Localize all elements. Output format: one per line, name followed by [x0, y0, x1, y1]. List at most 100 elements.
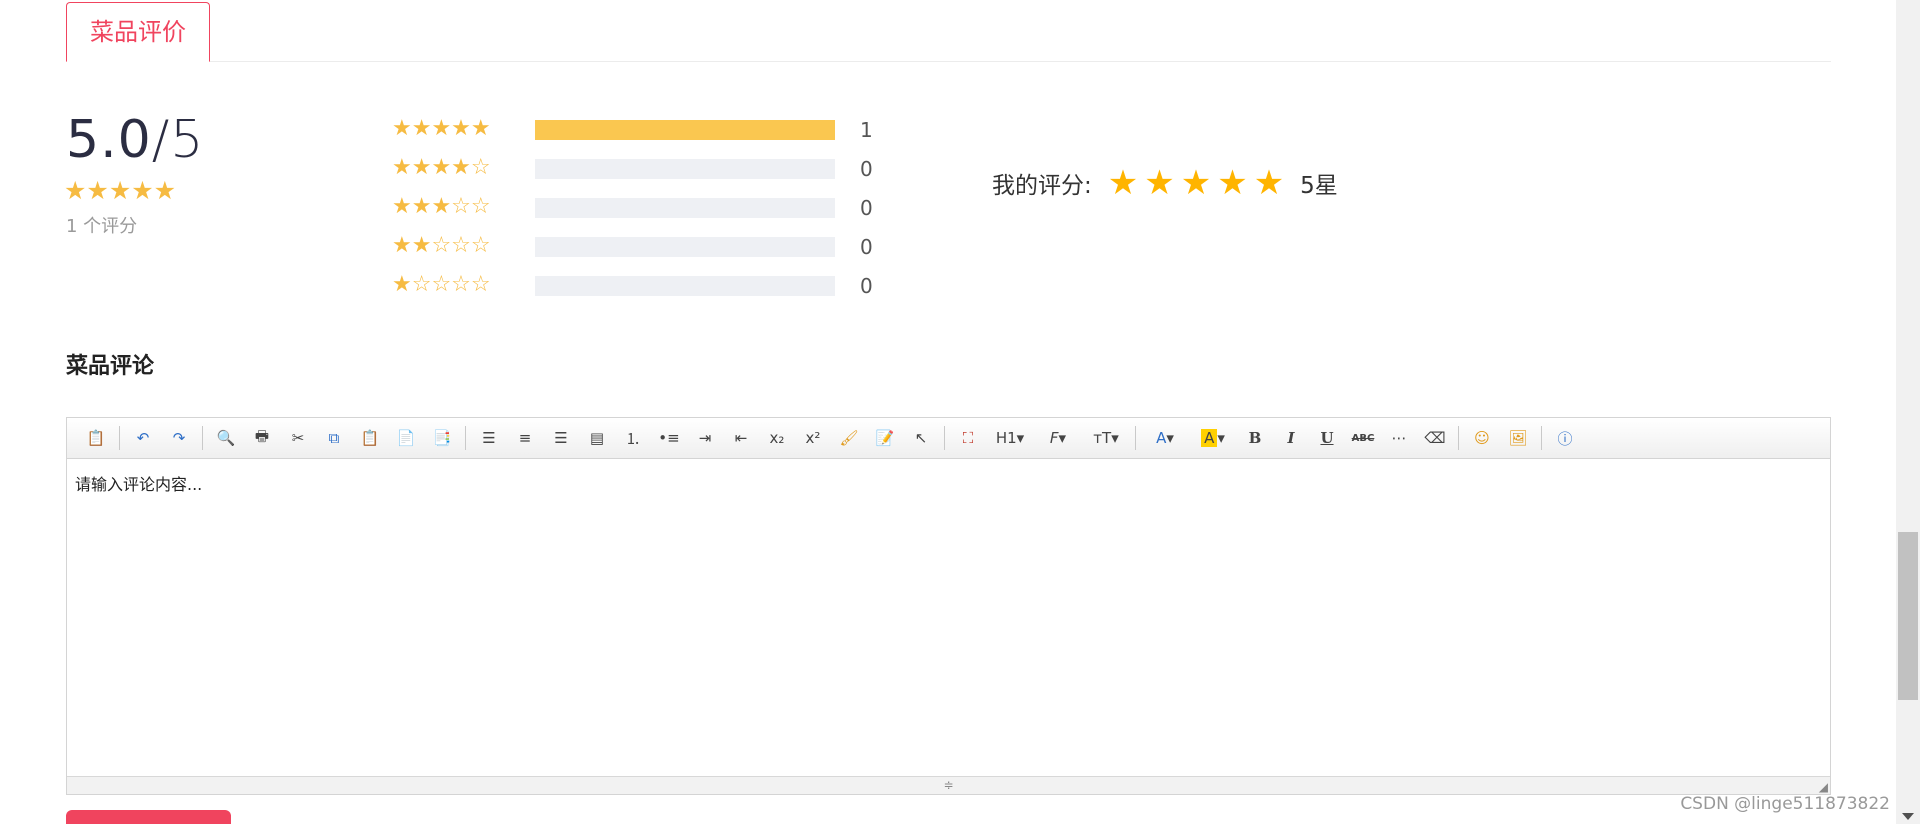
- horizontal-rule-icon[interactable]: ⋯: [1384, 425, 1414, 451]
- comment-editor: 📋 ↶ ↷ 🔍 🖶 ✂ ⧉ 📋 📄 📑 ☰ ≡ ☰ ▤ ⒈ •≡ ⇥ ⇤ x₂ …: [66, 417, 1831, 795]
- superscript-icon[interactable]: x²: [798, 425, 828, 451]
- copy-icon[interactable]: ⧉: [319, 425, 349, 451]
- indent-icon[interactable]: ⇥: [690, 425, 720, 451]
- toolbar-separator: [944, 426, 945, 450]
- my-rating: 我的评分: ★ ★ ★ ★ ★ 5星: [992, 166, 1338, 200]
- clear-format-brush-icon[interactable]: 🖌: [834, 425, 864, 451]
- star-row-icon: ★★★★☆: [392, 155, 491, 180]
- my-rating-stars: ★ ★ ★ ★ ★: [1108, 166, 1290, 200]
- distribution-bar: [535, 159, 835, 179]
- image-icon[interactable]: 🖼: [1503, 425, 1533, 451]
- distribution-row-5: ★★★★★ 1: [392, 114, 912, 153]
- heading-dropdown[interactable]: H1 ▾: [989, 425, 1031, 451]
- star-row-icon: ★★☆☆☆: [392, 233, 491, 258]
- align-center-icon[interactable]: ≡: [510, 425, 540, 451]
- average-score: 5.0/5: [66, 108, 204, 172]
- print-icon[interactable]: 🖶: [247, 425, 277, 451]
- toolbar-separator: [1458, 426, 1459, 450]
- distribution-row-3: ★★★☆☆ 0: [392, 192, 912, 231]
- align-justify-icon[interactable]: ▤: [582, 425, 612, 451]
- page-scrollbar[interactable]: [1896, 0, 1920, 824]
- comment-text-area[interactable]: 请输入评论内容...: [67, 459, 1830, 775]
- font-color-dropdown[interactable]: A ▾: [1144, 425, 1186, 451]
- strikethrough-icon[interactable]: ABC: [1348, 425, 1378, 451]
- distribution-row-4: ★★★★☆ 0: [392, 153, 912, 192]
- toolbar-separator: [1541, 426, 1542, 450]
- star-row-icon: ★★★★★: [392, 116, 491, 141]
- paste-icon[interactable]: 📋: [355, 425, 385, 451]
- distribution-count: 0: [860, 235, 873, 259]
- toolbar-separator: [1135, 426, 1136, 450]
- corner-grip-icon[interactable]: ◢: [1819, 780, 1828, 794]
- rating-star-4-icon[interactable]: ★: [1217, 166, 1247, 200]
- rating-star-1-icon[interactable]: ★: [1108, 166, 1138, 200]
- tab-bar: 菜品评价: [66, 0, 1831, 62]
- align-left-icon[interactable]: ☰: [474, 425, 504, 451]
- paste-text-icon[interactable]: 📄: [391, 425, 421, 451]
- subscript-icon[interactable]: x₂: [762, 425, 792, 451]
- summary-stars-icon: ★★★★★: [64, 176, 177, 205]
- distribution-count: 0: [860, 274, 873, 298]
- heading-label: H1: [995, 429, 1017, 447]
- my-rating-value: 5星: [1300, 173, 1338, 199]
- distribution-row-2: ★★☆☆☆ 0: [392, 231, 912, 270]
- distribution-count: 0: [860, 196, 873, 220]
- distribution-row-1: ★☆☆☆☆ 0: [392, 270, 912, 309]
- distribution-bar: [535, 237, 835, 257]
- watermark: CSDN @linge511873822: [1680, 794, 1890, 814]
- eraser-icon[interactable]: ⌫: [1420, 425, 1450, 451]
- font-color-label: A: [1156, 429, 1167, 447]
- cut-icon[interactable]: ✂: [283, 425, 313, 451]
- distribution-count: 0: [860, 157, 873, 181]
- italic-icon[interactable]: I: [1276, 425, 1306, 451]
- score-max: /5: [151, 110, 205, 170]
- rating-star-5-icon[interactable]: ★: [1254, 166, 1284, 200]
- star-row-icon: ★☆☆☆☆: [392, 272, 491, 297]
- toolbar-separator: [202, 426, 203, 450]
- source-code-icon[interactable]: 📋: [81, 425, 111, 451]
- font-family-dropdown[interactable]: F ▾: [1037, 425, 1079, 451]
- paste-word-icon[interactable]: 📑: [427, 425, 457, 451]
- rating-star-3-icon[interactable]: ★: [1181, 166, 1211, 200]
- star-row-icon: ★★★☆☆: [392, 194, 491, 219]
- distribution-count: 1: [860, 118, 873, 142]
- outdent-icon[interactable]: ⇤: [726, 425, 756, 451]
- undo-icon[interactable]: ↶: [128, 425, 158, 451]
- resize-handle-icon[interactable]: ≑: [943, 778, 953, 792]
- editor-toolbar: 📋 ↶ ↷ 🔍 🖶 ✂ ⧉ 📋 📄 📑 ☰ ≡ ☰ ▤ ⒈ •≡ ⇥ ⇤ x₂ …: [67, 418, 1830, 459]
- align-right-icon[interactable]: ☰: [546, 425, 576, 451]
- tab-dish-review[interactable]: 菜品评价: [66, 2, 210, 62]
- rating-count: 1 个评分: [66, 216, 138, 237]
- emoji-icon[interactable]: ☺: [1467, 425, 1497, 451]
- ordered-list-icon[interactable]: ⒈: [618, 425, 648, 451]
- submit-button[interactable]: [66, 810, 231, 824]
- unordered-list-icon[interactable]: •≡: [654, 425, 684, 451]
- editor-statusbar: ≑ ◢: [67, 776, 1830, 794]
- preview-icon[interactable]: 🔍: [211, 425, 241, 451]
- scroll-down-arrow-icon[interactable]: [1902, 813, 1914, 820]
- font-size-label: тT: [1093, 429, 1112, 447]
- underline-icon[interactable]: U: [1312, 425, 1342, 451]
- my-rating-label: 我的评分:: [992, 173, 1092, 199]
- bg-color-label: A: [1201, 429, 1218, 447]
- redo-icon[interactable]: ↷: [164, 425, 194, 451]
- distribution-bar: [535, 120, 835, 140]
- distribution-bar-fill: [535, 120, 835, 140]
- bold-icon[interactable]: B: [1240, 425, 1270, 451]
- distribution-bar: [535, 276, 835, 296]
- help-icon[interactable]: ⓘ: [1550, 425, 1580, 451]
- scrollbar-thumb[interactable]: [1898, 532, 1918, 700]
- toolbar-separator: [119, 426, 120, 450]
- rating-star-2-icon[interactable]: ★: [1144, 166, 1174, 200]
- comments-heading: 菜品评论: [66, 354, 155, 379]
- rating-distribution: ★★★★★ 1 ★★★★☆ 0 ★★★☆☆ 0 ★★☆☆☆ 0 ★☆☆☆☆ 0: [392, 114, 912, 309]
- distribution-bar: [535, 198, 835, 218]
- background-color-dropdown[interactable]: A ▾: [1192, 425, 1234, 451]
- score-value: 5.0: [66, 110, 152, 170]
- font-size-dropdown[interactable]: тT ▾: [1085, 425, 1127, 451]
- font-family-label: F: [1049, 429, 1059, 447]
- fullscreen-icon[interactable]: ⛶: [953, 425, 983, 451]
- pointer-icon[interactable]: ↖: [906, 425, 936, 451]
- toolbar-separator: [465, 426, 466, 450]
- select-all-icon[interactable]: 📝: [870, 425, 900, 451]
